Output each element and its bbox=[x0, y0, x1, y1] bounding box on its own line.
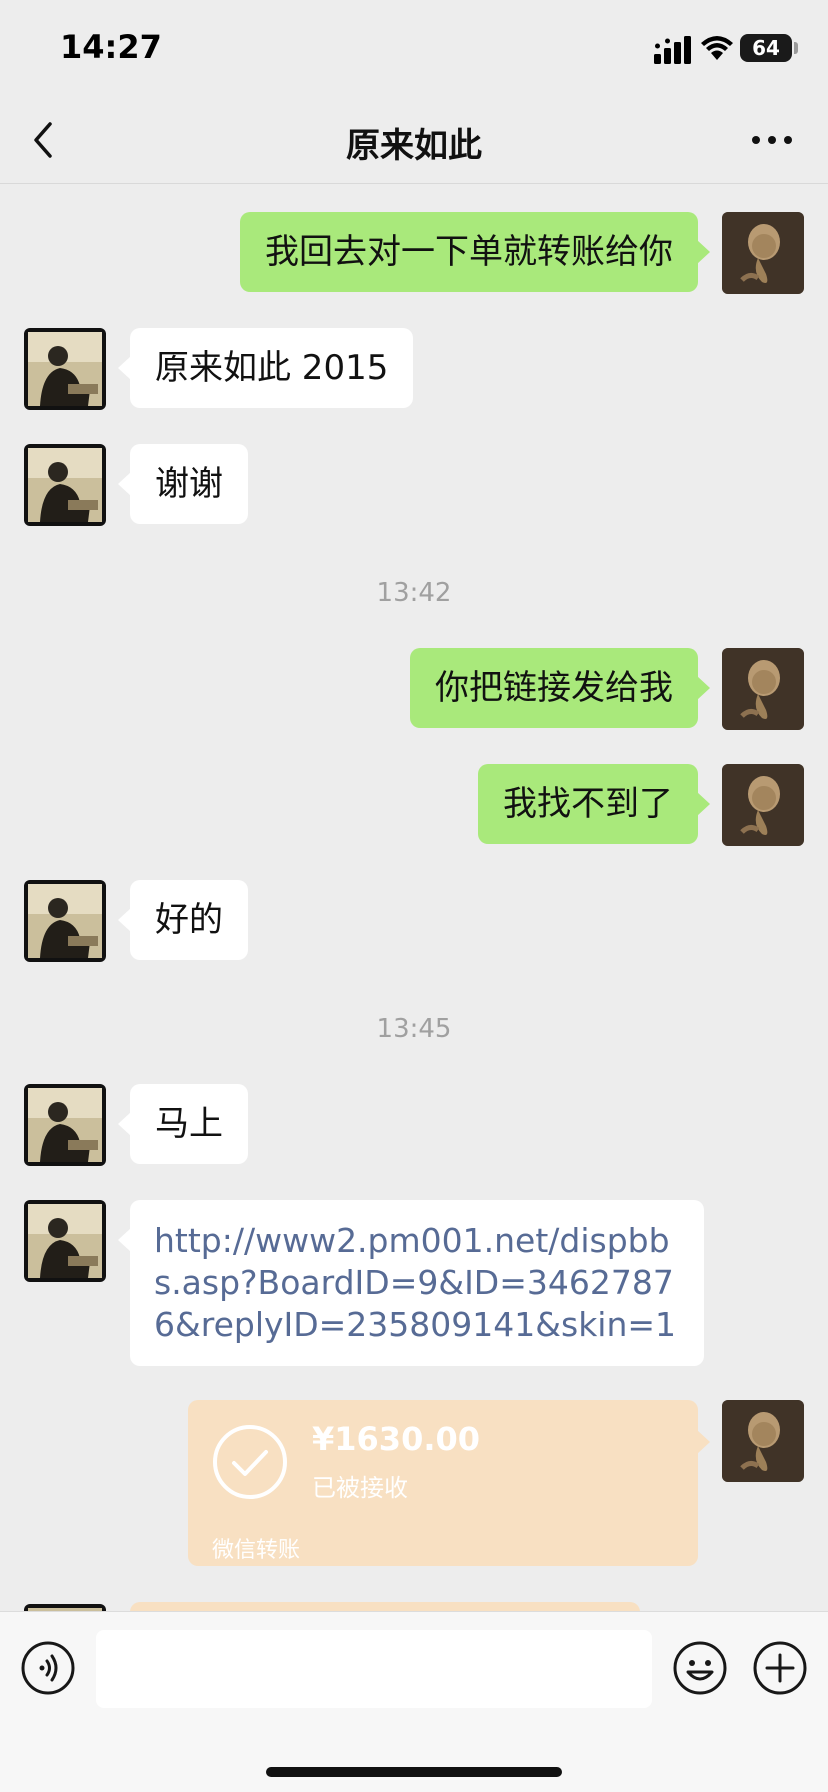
my-avatar[interactable] bbox=[722, 764, 804, 846]
status-bar: 14:27 64 bbox=[0, 0, 828, 96]
message-bubble-received[interactable]: 马上 bbox=[118, 1084, 248, 1164]
chat-header: 原来如此 bbox=[0, 96, 828, 184]
message-bubble-sent[interactable]: 我找不到了 bbox=[478, 764, 710, 844]
message-bubble-sent[interactable]: 我回去对一下单就转账给你 bbox=[240, 212, 710, 292]
transfer-source-label: 微信转账 bbox=[212, 1538, 301, 1563]
add-more-icon[interactable] bbox=[752, 1640, 808, 1696]
contact-avatar[interactable] bbox=[24, 328, 106, 410]
message-bubble-received[interactable]: 好的 bbox=[118, 880, 248, 960]
my-avatar[interactable] bbox=[722, 1400, 804, 1482]
message-timestamp: 13:42 bbox=[376, 578, 452, 608]
contact-avatar[interactable] bbox=[24, 880, 106, 962]
contact-avatar[interactable] bbox=[24, 1200, 106, 1282]
battery-cap bbox=[794, 42, 798, 54]
message-bubble-received[interactable]: 原来如此 2015 bbox=[117, 328, 414, 408]
message-bubble-sent[interactable]: 你把链接发给我 bbox=[410, 648, 710, 728]
input-bar bbox=[0, 1611, 828, 1792]
transfer-card[interactable]: ¥1630.00 已被接收 微信转账 bbox=[188, 1400, 710, 1566]
message-input[interactable] bbox=[96, 1630, 652, 1708]
status-time: 14:27 bbox=[60, 28, 162, 66]
transfer-status: 已被接收 bbox=[312, 1474, 408, 1502]
check-circle-icon bbox=[213, 1425, 287, 1499]
voice-input-icon[interactable] bbox=[20, 1640, 76, 1696]
contact-avatar[interactable] bbox=[24, 1084, 106, 1166]
contact-avatar[interactable] bbox=[24, 444, 106, 526]
battery-indicator: 64 bbox=[740, 34, 792, 62]
wifi-icon bbox=[701, 36, 733, 60]
transfer-amount: ¥1630.00 bbox=[312, 1420, 481, 1458]
chat-title: 原来如此 bbox=[346, 126, 482, 166]
message-bubble-received[interactable]: 谢谢 bbox=[118, 444, 248, 524]
my-avatar[interactable] bbox=[722, 648, 804, 730]
home-indicator bbox=[266, 1767, 562, 1777]
my-avatar[interactable] bbox=[722, 212, 804, 294]
link-message[interactable]: http://www2.pm001.net/dispbbs.asp?BoardI… bbox=[118, 1200, 704, 1366]
emoji-icon[interactable] bbox=[672, 1640, 728, 1696]
message-timestamp: 13:45 bbox=[376, 1014, 452, 1044]
cellular-signal-icon bbox=[654, 36, 691, 64]
more-options-icon[interactable] bbox=[748, 124, 796, 156]
